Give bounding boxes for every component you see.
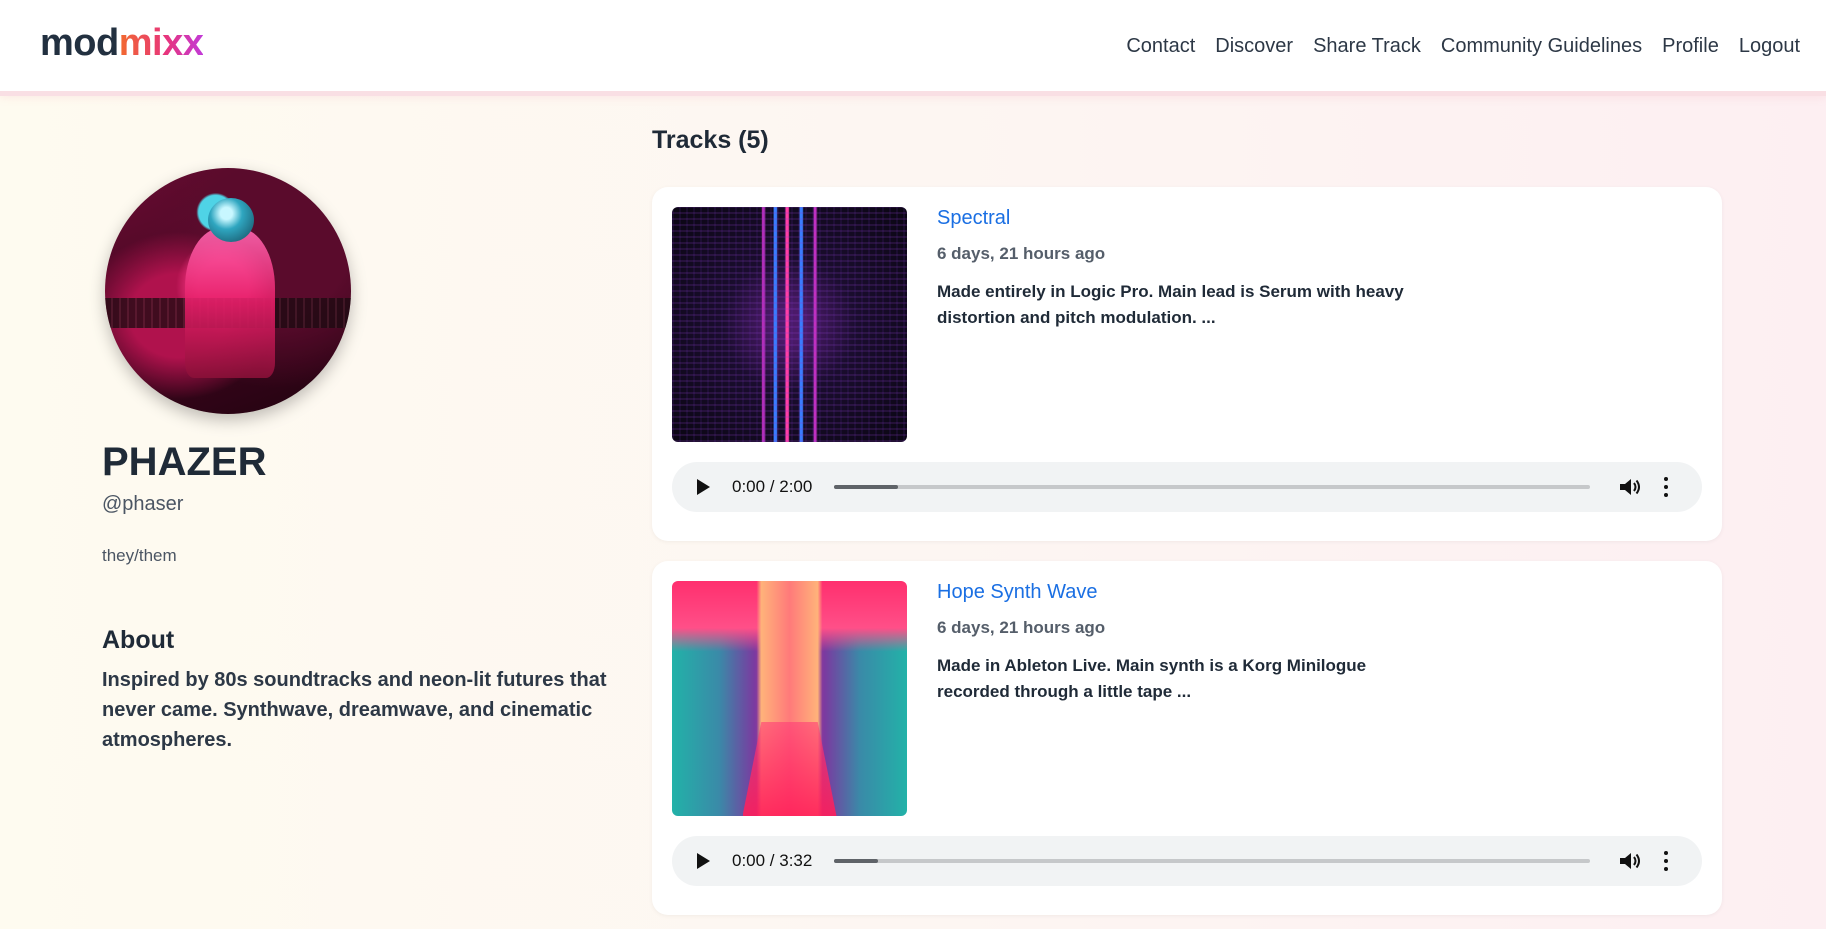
track-cover-image[interactable] — [672, 581, 907, 816]
volume-icon[interactable] — [1618, 476, 1642, 498]
track-card: Spectral 6 days, 21 hours ago Made entir… — [652, 187, 1722, 541]
more-options-icon[interactable] — [1660, 475, 1672, 499]
track-time-ago: 6 days, 21 hours ago — [937, 618, 1106, 637]
profile-handle: @phaser — [102, 493, 184, 515]
audio-buffered-fill — [834, 485, 899, 489]
profile-pronouns: they/them — [102, 546, 177, 565]
brand-logo-part-mod: mod — [40, 22, 119, 64]
track-description: Made entirely in Logic Pro. Main lead is… — [937, 282, 1404, 327]
nav-community-guidelines-link[interactable]: Community Guidelines — [1441, 35, 1642, 58]
nav-discover-link[interactable]: Discover — [1215, 35, 1293, 58]
play-icon[interactable] — [694, 477, 712, 497]
track-title-link[interactable]: Spectral — [937, 207, 1010, 230]
audio-progress-bar[interactable] — [834, 485, 1590, 489]
brand-logo-part-mixx: mixx — [118, 22, 204, 64]
nav-logout-link[interactable]: Logout — [1739, 35, 1800, 58]
nav-contact-link[interactable]: Contact — [1126, 35, 1195, 58]
more-options-icon[interactable] — [1660, 849, 1672, 873]
audio-player: 0:00 / 2:00 — [672, 462, 1702, 512]
track-time-ago: 6 days, 21 hours ago — [937, 244, 1106, 263]
profile-avatar — [105, 168, 351, 414]
track-card: Hope Synth Wave 6 days, 21 hours ago Mad… — [652, 561, 1722, 915]
audio-time-readout: 0:00 / 2:00 — [732, 477, 813, 496]
top-navbar: modmixx Contact Discover Share Track Com… — [0, 0, 1826, 96]
nav-share-track-link[interactable]: Share Track — [1313, 35, 1421, 58]
about-heading: About — [102, 626, 175, 654]
tracks-heading: Tracks (5) — [652, 126, 769, 154]
avatar-helmet-detail — [208, 198, 254, 242]
profile-sidebar: PHAZER @phaser they/them About Inspired … — [102, 168, 612, 755]
volume-icon[interactable] — [1618, 850, 1642, 872]
profile-display-name: PHAZER — [102, 440, 267, 484]
audio-buffered-fill — [834, 859, 878, 863]
avatar-figure-detail — [185, 228, 275, 378]
audio-player: 0:00 / 3:32 — [672, 836, 1702, 886]
track-cover-image[interactable] — [672, 207, 907, 442]
audio-time-readout: 0:00 / 3:32 — [732, 851, 813, 870]
nav-profile-link[interactable]: Profile — [1662, 35, 1719, 58]
audio-progress-bar[interactable] — [834, 859, 1590, 863]
track-title-link[interactable]: Hope Synth Wave — [937, 581, 1097, 604]
play-icon[interactable] — [694, 851, 712, 871]
nav-links: Contact Discover Share Track Community G… — [1126, 35, 1800, 58]
about-text: Inspired by 80s soundtracks and neon-lit… — [102, 669, 607, 751]
track-description: Made in Ableton Live. Main synth is a Ko… — [937, 656, 1367, 701]
brand-logo[interactable]: modmixx — [40, 22, 204, 65]
